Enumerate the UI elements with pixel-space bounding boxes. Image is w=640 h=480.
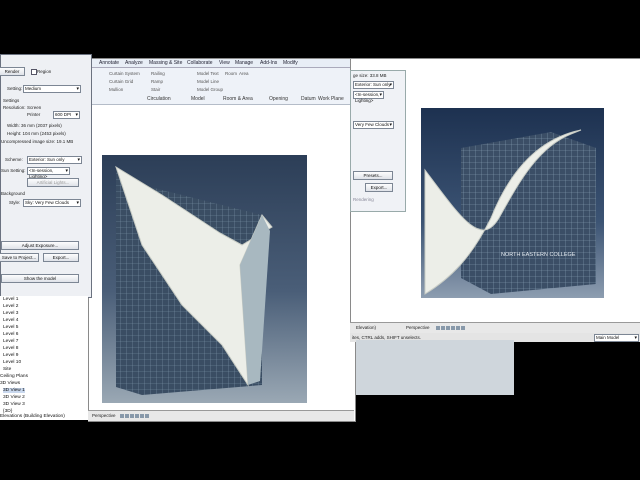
win2-style-select[interactable]: Very Few Clouds	[353, 121, 394, 129]
tab-view[interactable]: View	[219, 60, 230, 66]
tab-collaborate[interactable]: Collaborate	[187, 60, 213, 66]
sun-setting-label: Sun Setting:	[1, 168, 26, 173]
ramp-button[interactable]: Ramp	[151, 79, 163, 84]
setting-label: Setting:	[7, 86, 23, 91]
group-circulation: Circulation	[147, 96, 171, 102]
render-view-1[interactable]	[102, 155, 307, 403]
browser-level-4[interactable]: Level 4	[3, 318, 18, 323]
area-button[interactable]: Area	[239, 71, 249, 76]
output-settings-label: Settings	[3, 98, 20, 103]
building-render-1	[115, 165, 273, 395]
image-size-info: Uncompressed image size: 19.1 MB	[1, 139, 74, 144]
win2-elevation-label: Elevation)	[356, 325, 377, 330]
browser-3d-view-3[interactable]: 3D View 3	[3, 402, 25, 407]
view1-perspective-label: Perspective	[92, 413, 116, 418]
browser-elevations[interactable]: Elevations (Building Elevation)	[0, 414, 65, 419]
artificial-lights-button[interactable]: Artificial Lights...	[27, 178, 79, 187]
style-label: Style:	[9, 200, 21, 205]
render-settings-panel-2: ge size: 33.8 MB Exterior: Sun only <In-…	[350, 70, 406, 212]
render-button[interactable]: Render	[0, 67, 25, 76]
browser-level-2[interactable]: Level 2	[3, 304, 18, 309]
mullion-button[interactable]: Mullion	[109, 87, 123, 92]
building-facade-2	[461, 132, 596, 294]
workset-select[interactable]: Main Model	[594, 334, 639, 342]
win2-sun-select[interactable]: <In-session, Lighting>	[353, 91, 384, 103]
browser-level-9[interactable]: Level 9	[3, 353, 18, 358]
tab-add-ins[interactable]: Add-Ins	[260, 60, 277, 66]
browser-level-1[interactable]: Level 1	[3, 297, 18, 302]
group-room-area: Room & Area	[223, 96, 253, 102]
model-line-button[interactable]: Model Line	[197, 79, 219, 84]
win2-rendering-label: Rendering	[353, 197, 374, 202]
tab-modify[interactable]: Modify	[283, 60, 298, 66]
tab-manage[interactable]: Manage	[235, 60, 253, 66]
screen-radio[interactable]: Screen	[27, 105, 41, 110]
browser-level-7[interactable]: Level 7	[3, 339, 18, 344]
building-render-2: NORTH EASTERN COLLEGE	[424, 129, 596, 295]
export-button[interactable]: Export...	[43, 253, 79, 262]
group-datum: Datum	[301, 96, 316, 102]
browser-site[interactable]: Site	[3, 367, 11, 372]
show-model-button[interactable]: Show the model	[1, 274, 79, 283]
rendering-dialog: Render Region Setting: Medium Settings R…	[0, 54, 92, 298]
browser-level-6[interactable]: Level 6	[3, 332, 18, 337]
group-model: Model	[191, 96, 205, 102]
curtain-grid-button[interactable]: Curtain Grid	[109, 79, 133, 84]
quality-select[interactable]: Medium	[23, 85, 81, 93]
win2-export-button[interactable]: Export...	[365, 183, 393, 192]
region-label: Region	[37, 69, 52, 74]
background-label: Background	[1, 191, 26, 196]
dpi-select[interactable]: 600 DPI	[53, 111, 80, 119]
printer-radio[interactable]: Printer	[27, 112, 40, 117]
browser-level-10[interactable]: Level 10	[3, 360, 21, 365]
view-control-bar-1: Perspective	[88, 410, 354, 421]
browser-ceiling-plans[interactable]: Ceiling Plans	[0, 374, 28, 379]
view-controls-icons[interactable]	[120, 414, 150, 420]
group-work-plane: Work Plane	[318, 96, 344, 102]
browser-level-8[interactable]: Level 8	[3, 346, 18, 351]
tab-annotate[interactable]: Annotate	[99, 60, 119, 66]
browser-3d-view-1[interactable]: 3D View 1	[3, 388, 25, 393]
browser-3d-views[interactable]: 3D Views	[0, 381, 20, 386]
adjust-exposure-button[interactable]: Adjust Exposure...	[1, 241, 79, 250]
model-group-button[interactable]: Model Group	[197, 87, 223, 92]
scheme-label: Scheme:	[5, 157, 23, 162]
browser-3d-view-2[interactable]: 3D View 2	[3, 395, 25, 400]
group-opening: Opening	[269, 96, 288, 102]
room-button[interactable]: Room	[225, 71, 237, 76]
stair-button[interactable]: Stair	[151, 87, 160, 92]
background-view-3	[356, 340, 514, 395]
view-controls-icons-2[interactable]	[436, 326, 466, 332]
view-control-bar-2: Elevation) Perspective	[350, 322, 640, 333]
scheme-select[interactable]: Exterior: Sun only	[27, 156, 82, 164]
curtain-system-button[interactable]: Curtain System	[109, 71, 140, 76]
railing-button[interactable]: Railing	[151, 71, 165, 76]
win2-image-size: ge size: 33.8 MB	[353, 73, 387, 78]
tab-massing-site[interactable]: Massing & Site	[149, 60, 182, 66]
ribbon-tab-bar: Annotate Analyze Massing & Site Collabor…	[89, 59, 355, 68]
college-sign: NORTH EASTERN COLLEGE	[501, 252, 576, 258]
background-style-select[interactable]: Sky: Very Few Clouds	[23, 199, 81, 207]
win2-presets-button[interactable]: Presets...	[353, 171, 393, 180]
model-text-button[interactable]: Model Text	[197, 71, 219, 76]
width-info: Width: 36 mm (2037 pixels)	[7, 123, 62, 128]
win2-perspective-label: Perspective	[406, 325, 430, 330]
height-info: Height: 104 mm (2453 pixels)	[7, 131, 66, 136]
browser-level-3[interactable]: Level 3	[3, 311, 18, 316]
win2-scheme-select[interactable]: Exterior: Sun only	[353, 81, 394, 89]
render-view-2[interactable]: NORTH EASTERN COLLEGE	[421, 108, 604, 298]
project-browser: Level 1 Level 2 Level 3 Level 4 Level 5 …	[0, 296, 88, 420]
ribbon-panel: Curtain System Curtain Grid Mullion Rail…	[89, 68, 355, 105]
sun-setting-select[interactable]: <In-session, Lighting>	[27, 167, 70, 179]
browser-level-5[interactable]: Level 5	[3, 325, 18, 330]
save-to-project-button[interactable]: Save to Project...	[0, 253, 39, 262]
tab-analyze[interactable]: Analyze	[125, 60, 143, 66]
resolution-label: Resolution:	[3, 105, 26, 110]
